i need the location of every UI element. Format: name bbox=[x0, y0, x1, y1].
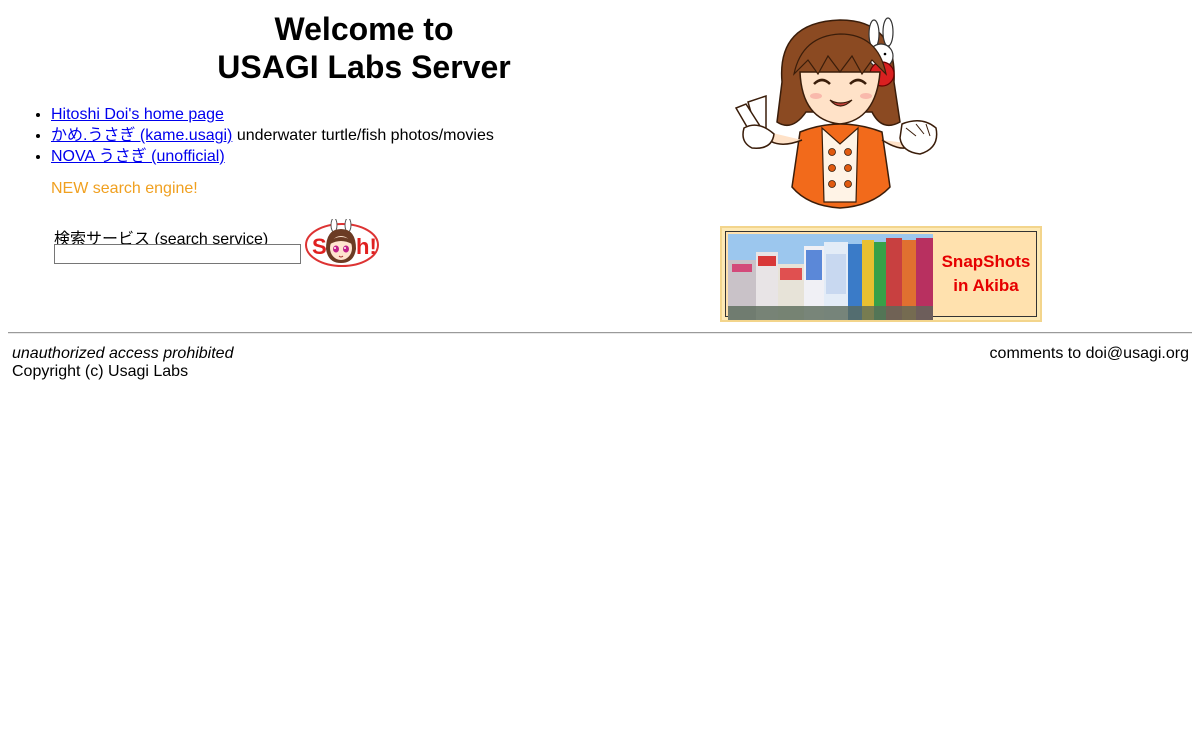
link-hitoshi-doi-home[interactable]: Hitoshi Doi's home page bbox=[51, 106, 224, 123]
access-warning: unauthorized access prohibited bbox=[12, 345, 234, 362]
akihabara-street-photo bbox=[728, 234, 933, 320]
svg-text:h!: h! bbox=[356, 234, 377, 259]
page-title: Welcome to USAGI Labs Server bbox=[180, 10, 548, 86]
banner-frame: SnapShots in Akiba bbox=[725, 231, 1037, 320]
copyright: Copyright (c) Usagi Labs bbox=[12, 363, 189, 380]
title-line-2: USAGI Labs Server bbox=[217, 49, 511, 85]
banner-label: SnapShots in Akiba bbox=[936, 250, 1036, 298]
list-item: NOVA うさぎ (unofficial) bbox=[51, 146, 494, 167]
banner-line-1: SnapShots bbox=[941, 252, 1031, 271]
link-kame-usagi[interactable]: かめ.うさぎ (kame.usagi) bbox=[51, 127, 232, 144]
bunny-girl-peace-sign-illustration bbox=[734, 17, 938, 209]
kame-usagi-description: underwater turtle/fish photos/movies bbox=[232, 127, 494, 144]
contact-note: comments to doi@usagi.org bbox=[989, 345, 1189, 362]
new-search-engine-notice: NEW search engine! bbox=[51, 180, 198, 197]
title-line-1: Welcome to bbox=[274, 11, 454, 47]
search-input[interactable] bbox=[54, 244, 301, 264]
list-item: Hitoshi Doi's home page bbox=[51, 104, 494, 125]
snapshots-akiba-banner[interactable]: SnapShots in Akiba bbox=[720, 226, 1042, 322]
footer-divider bbox=[8, 332, 1192, 334]
list-item: かめ.うさぎ (kame.usagi) underwater turtle/fi… bbox=[51, 125, 494, 146]
svg-text:S: S bbox=[312, 234, 327, 259]
page: Welcome to USAGI Labs Server Hitoshi Doi… bbox=[0, 0, 1200, 740]
banner-line-2: in Akiba bbox=[953, 276, 1019, 295]
search-bunny-girl-icon: S h! bbox=[305, 219, 379, 267]
search-button[interactable]: S h! bbox=[304, 219, 380, 269]
link-nova-usagi[interactable]: NOVA うさぎ (unofficial) bbox=[51, 148, 225, 165]
link-list: Hitoshi Doi's home page かめ.うさぎ (kame.usa… bbox=[31, 104, 494, 167]
footer-left: unauthorized access prohibited Copyright… bbox=[12, 345, 233, 381]
